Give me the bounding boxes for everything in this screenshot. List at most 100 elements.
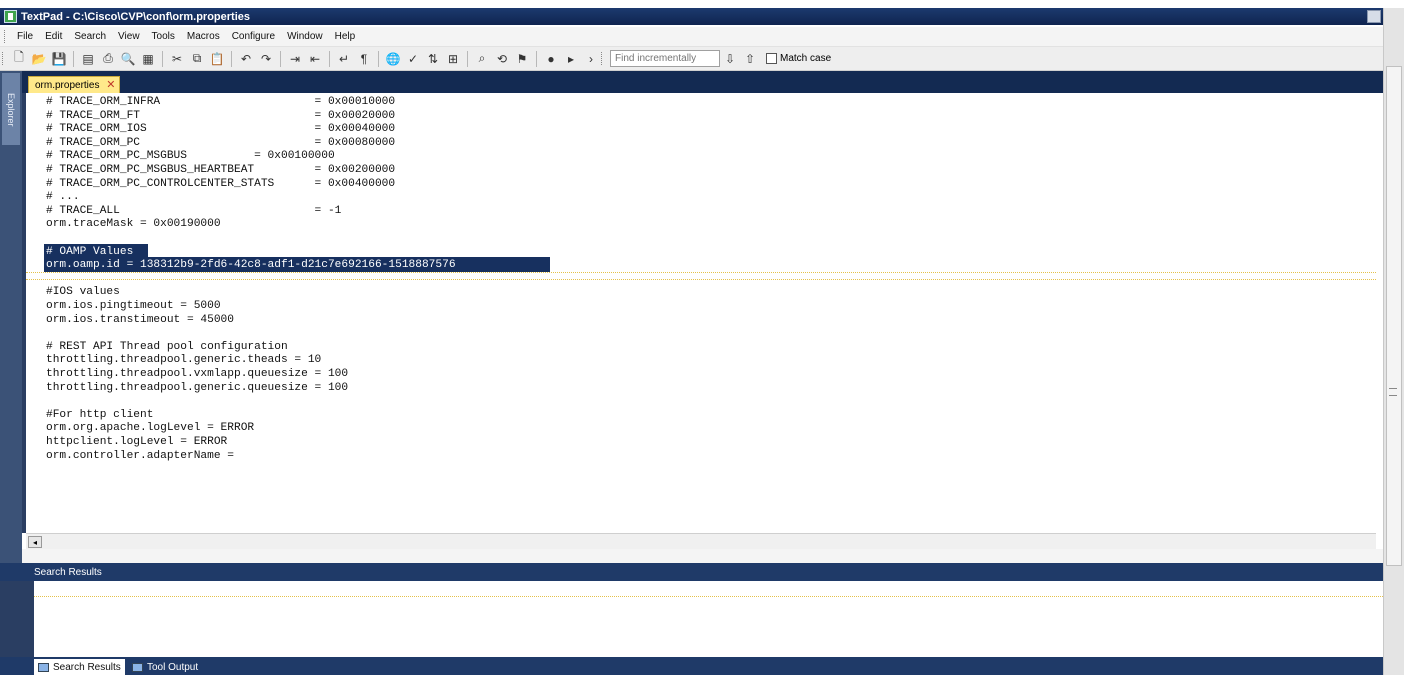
toolbar-grip: [2, 52, 5, 65]
editor-line[interactable]: # TRACE_ORM_PC_CONTROLCENTER_STATS = 0x0…: [46, 177, 395, 191]
search-results-header: Search Results: [0, 563, 1383, 581]
properties-icon[interactable]: ▦: [139, 50, 157, 68]
editor-line[interactable]: orm.oamp.id = 138312b9-2fd6-42c8-adf1-d2…: [46, 258, 456, 272]
redo-icon[interactable]: ↷: [257, 50, 275, 68]
menu-window[interactable]: Window: [281, 31, 329, 42]
search-results-panel[interactable]: [0, 581, 1383, 657]
undo-icon[interactable]: ↶: [237, 50, 255, 68]
editor-line[interactable]: # TRACE_ALL = -1: [46, 204, 341, 218]
toolbar-separator: [536, 50, 537, 67]
textpad-app-icon: [4, 10, 17, 23]
scroll-left-icon[interactable]: ◂: [28, 536, 42, 548]
editor-line[interactable]: # REST API Thread pool configuration: [46, 340, 288, 354]
record-macro-icon[interactable]: ●: [542, 50, 560, 68]
editor-line[interactable]: orm.ios.transtimeout = 45000: [46, 313, 234, 327]
find-incrementally-input[interactable]: [610, 50, 720, 67]
toolbar-separator: [467, 50, 468, 67]
print-icon[interactable]: ⎙: [99, 50, 117, 68]
menu-bar: File Edit Search View Tools Macros Confi…: [0, 27, 1383, 47]
compare-icon[interactable]: ⊞: [444, 50, 462, 68]
menu-view[interactable]: View: [112, 31, 146, 42]
find-in-files-icon[interactable]: ⚑: [513, 50, 531, 68]
cursor-line-marker: [26, 271, 1376, 273]
cut-icon[interactable]: ✂: [168, 50, 186, 68]
spellcheck-icon[interactable]: ✓: [404, 50, 422, 68]
editor-line[interactable]: # TRACE_ORM_PC = 0x00080000: [46, 136, 395, 150]
copy-icon[interactable]: ⧉: [188, 50, 206, 68]
print-preview-icon[interactable]: 🔍: [119, 50, 137, 68]
tab-label: orm.properties: [35, 79, 100, 91]
menu-search[interactable]: Search: [68, 31, 112, 42]
window-title: TextPad - C:\Cisco\CVP\conf\orm.properti…: [21, 10, 251, 23]
menu-help[interactable]: Help: [329, 31, 362, 42]
toolbar-separator: [280, 50, 281, 67]
editor-line[interactable]: # TRACE_ORM_PC_MSGBUS = 0x00100000: [46, 149, 335, 163]
menu-macros[interactable]: Macros: [181, 31, 226, 42]
editor-line[interactable]: # TRACE_ORM_PC_MSGBUS_HEARTBEAT = 0x0020…: [46, 163, 395, 177]
close-tab-icon[interactable]: ✕: [106, 78, 115, 91]
save-all-icon[interactable]: ▤: [79, 50, 97, 68]
editor-line[interactable]: throttling.threadpool.generic.theads = 1…: [46, 353, 321, 367]
browser-icon[interactable]: 🌐: [384, 50, 402, 68]
toolbar-separator: [378, 50, 379, 67]
toolbar-separator: [231, 50, 232, 67]
match-case-label: Match case: [780, 53, 832, 64]
bottom-tab-bar: Search Results Tool Output: [0, 657, 1383, 675]
menu-edit[interactable]: Edit: [39, 31, 68, 42]
cursor-line-marker: [34, 596, 1383, 597]
menu-tools[interactable]: Tools: [146, 31, 181, 42]
editor-line[interactable]: orm.ios.pingtimeout = 5000: [46, 299, 221, 313]
word-wrap-icon[interactable]: ↵: [335, 50, 353, 68]
text-editor[interactable]: # TRACE_ORM_INFRA = 0x00010000 # TRACE_OR…: [22, 93, 1376, 533]
editor-line[interactable]: orm.traceMask = 0x00190000: [46, 217, 221, 231]
editor-line[interactable]: #For http client: [46, 408, 153, 422]
minimize-button[interactable]: [1367, 10, 1381, 23]
menu-grip: [4, 30, 7, 43]
toolbar-grip: [601, 52, 604, 65]
search-results-icon: [38, 662, 49, 672]
editor-line[interactable]: throttling.threadpool.vxmlapp.queuesize …: [46, 367, 348, 381]
sort-icon[interactable]: ⇅: [424, 50, 442, 68]
search-results-title: Search Results: [34, 566, 102, 578]
save-icon[interactable]: 💾: [50, 50, 68, 68]
menu-configure[interactable]: Configure: [226, 31, 281, 42]
tab-search-results[interactable]: Search Results: [34, 659, 125, 675]
find-icon[interactable]: ⌕: [473, 50, 491, 68]
next-icon[interactable]: ›: [582, 50, 600, 68]
find-next-up-icon[interactable]: ⇧: [741, 50, 759, 68]
explorer-panel-strip: Explorer: [0, 71, 22, 565]
paste-icon[interactable]: 📋: [208, 50, 226, 68]
editor-line[interactable]: httpclient.logLevel = ERROR: [46, 435, 227, 449]
open-icon[interactable]: 📂: [30, 50, 48, 68]
editor-line[interactable]: # TRACE_ORM_INFRA = 0x00010000: [46, 95, 395, 109]
editor-line[interactable]: throttling.threadpool.generic.queuesize …: [46, 381, 348, 395]
editor-line[interactable]: # ...: [46, 190, 80, 204]
toolbar-separator: [73, 50, 74, 67]
new-file-icon[interactable]: 🗋: [10, 50, 28, 68]
replace-icon[interactable]: ⟲: [493, 50, 511, 68]
tab-tool-output[interactable]: Tool Output: [128, 659, 202, 675]
title-bar: TextPad - C:\Cisco\CVP\conf\orm.properti…: [0, 8, 1383, 25]
outdent-icon[interactable]: ⇤: [306, 50, 324, 68]
horizontal-scrollbar[interactable]: ◂: [26, 533, 1376, 549]
editor-line[interactable]: orm.org.apache.logLevel = ERROR: [46, 421, 254, 435]
explorer-tab[interactable]: Explorer: [2, 73, 20, 145]
scrollbar-thumb[interactable]: [1386, 66, 1402, 566]
tab-orm-properties[interactable]: orm.properties ✕: [28, 76, 121, 93]
tab-search-results-label: Search Results: [53, 661, 121, 673]
indent-icon[interactable]: ⇥: [286, 50, 304, 68]
editor-line[interactable]: orm.controller.adapterName =: [46, 449, 234, 463]
vertical-scrollbar[interactable]: [1383, 8, 1404, 675]
cursor-line-marker: [26, 279, 1376, 281]
match-case-checkbox[interactable]: [766, 53, 777, 64]
play-macro-icon[interactable]: ▸: [562, 50, 580, 68]
document-tab-bar: orm.properties ✕: [22, 71, 1383, 93]
toolbar-separator: [162, 50, 163, 67]
find-next-down-icon[interactable]: ⇩: [721, 50, 739, 68]
editor-line[interactable]: # TRACE_ORM_IOS = 0x00040000: [46, 122, 395, 136]
pilcrow-icon[interactable]: ¶: [355, 50, 373, 68]
editor-line[interactable]: #IOS values: [46, 285, 120, 299]
menu-file[interactable]: File: [11, 31, 39, 42]
window-controls: [1367, 10, 1381, 23]
editor-line[interactable]: # TRACE_ORM_FT = 0x00020000: [46, 109, 395, 123]
